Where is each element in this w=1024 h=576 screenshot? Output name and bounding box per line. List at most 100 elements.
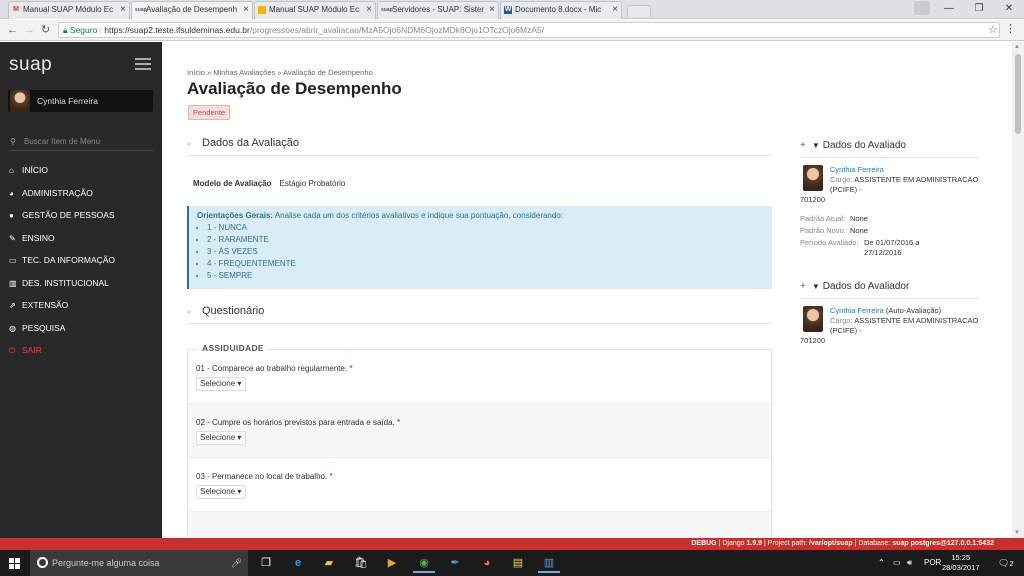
avaliado-cargo: Cargo: ASSISTENTE EM ADMINISTRACAO (PCIF…: [830, 175, 979, 194]
task-view-icon[interactable]: ❐: [255, 553, 277, 573]
collapse-icon[interactable]: -: [187, 138, 191, 150]
edge-icon[interactable]: e: [287, 553, 309, 573]
suap-logo[interactable]: suap: [9, 54, 52, 76]
volume-icon[interactable]: 🔊︎: [907, 550, 912, 576]
sidebar-item-label: TEC. DA INFORMAÇÃO: [22, 255, 116, 265]
url-input[interactable]: 🔒︎ Seguro | https://suap2.teste.ifsuldem…: [58, 22, 1000, 38]
score-select[interactable]: Selecione ▾: [196, 485, 246, 499]
page-title: Avaliação de Desempenho: [187, 79, 402, 98]
suap-icon: suap: [135, 7, 147, 13]
firefox-icon[interactable]: ◕: [476, 553, 498, 573]
browser-tab[interactable]: Manual SUAP Módulo Ec ×: [254, 1, 376, 19]
sidebar-item-inicio[interactable]: ⌂ INÍCIO: [9, 163, 115, 186]
cortana-icon: [37, 557, 48, 568]
file-explorer-icon[interactable]: ▰: [318, 553, 340, 573]
question-row: [188, 512, 771, 538]
close-icon[interactable]: ×: [120, 2, 126, 18]
close-icon[interactable]: ×: [243, 2, 249, 18]
score-select[interactable]: Selecione ▾: [196, 431, 246, 445]
minimize-icon[interactable]: —: [934, 0, 964, 19]
network-icon[interactable]: ▭: [893, 550, 901, 576]
close-icon[interactable]: ×: [612, 2, 618, 18]
pen-tool-icon[interactable]: ✒: [444, 553, 466, 573]
scroll-up-icon[interactable]: ▲: [1014, 44, 1020, 50]
chrome-icon[interactable]: ◉: [413, 553, 435, 573]
browser-tab[interactable]: M Manual SUAP Módulo Ec ×: [8, 1, 130, 19]
reload-icon[interactable]: ↻: [41, 23, 50, 37]
close-icon[interactable]: ×: [489, 2, 495, 18]
sidebar-item-des-institucional[interactable]: ▥ DES. INSTITUCIONAL: [9, 276, 115, 299]
sidebar-item-pesquisa[interactable]: ◍ PESQUISA: [9, 321, 115, 344]
media-icon[interactable]: ▶: [381, 553, 403, 573]
list-item: 4 - FREQUENTEMENTE: [207, 258, 764, 270]
clock[interactable]: 15:25 28/03/2017: [942, 553, 980, 573]
sidebar-item-extensao[interactable]: ⇗ EXTENSÃO: [9, 298, 115, 321]
monitor-icon: ▭: [9, 256, 17, 265]
avaliador-header[interactable]: + ▼ Dados do Avaliador: [800, 281, 978, 292]
scrollbar-thumb[interactable]: [1015, 54, 1021, 134]
debug-bar: DEBUG | Django 1.9.9 | Project path: /va…: [0, 538, 1024, 550]
avaliador-name[interactable]: Cynthia Ferreira (Auto-Avaliação): [830, 306, 941, 316]
browser-tab[interactable]: W Documento 8.docx - Mic ×: [500, 1, 622, 19]
restore-icon[interactable]: ❐: [964, 0, 994, 19]
sidebar-item-tec-informacao[interactable]: ▭ TEC. DA INFORMAÇÃO: [9, 253, 115, 276]
windows-start-icon[interactable]: [9, 558, 20, 569]
sidebar-item-administracao[interactable]: ◕ ADMINISTRAÇÃO: [9, 186, 115, 209]
avatar: [10, 90, 30, 112]
modelo-label: Modelo de Avaliação: [193, 179, 272, 188]
expand-icon[interactable]: +: [800, 281, 806, 292]
score-select[interactable]: Selecione ▾: [196, 377, 246, 391]
expand-icon[interactable]: +: [800, 140, 806, 151]
microphone-icon[interactable]: 🎤︎: [231, 550, 242, 576]
store-icon[interactable]: 🛍︎: [350, 553, 372, 573]
url-path: /progressoes/abrir_avaliacao/MzA5Ojo6NDM…: [249, 25, 545, 35]
user-profile-icon[interactable]: [914, 1, 930, 15]
list-item: 3 - ÀS VEZES: [207, 246, 764, 258]
avatar: [803, 306, 823, 332]
question-row: 02 - Cumpre os horários previstos para e…: [188, 404, 771, 458]
tray-chevron-icon[interactable]: ⌃: [878, 550, 885, 576]
section-title: Dados da Avaliação: [202, 137, 300, 149]
tab-label: Servidores - SUAP: Sister: [392, 5, 484, 14]
main-content: Início » Minhas Avaliações » Avaliação d…: [162, 42, 1012, 538]
sidebar-item-ensino[interactable]: ✎ ENSINO: [9, 231, 115, 254]
status-badge: Pendente: [188, 105, 231, 120]
sidebar-item-sair[interactable]: ⏻ SAIR: [9, 343, 115, 366]
assiduidade-fieldset: ASSIDUIDADE 01 - Comparece ao trabalho r…: [187, 343, 772, 538]
scroll-down-icon[interactable]: ▼: [1014, 530, 1020, 536]
user-box[interactable]: Cynthia Ferreira: [8, 90, 153, 112]
orientacoes-label: Orientações Gerais:: [197, 211, 274, 220]
avaliador-panel: + ▼ Dados do Avaliador Cynthia Ferreira (A…: [800, 281, 978, 346]
breadcrumb[interactable]: Início » Minhas Avaliações » Avaliação d…: [187, 68, 373, 77]
collapse-icon[interactable]: -: [187, 306, 191, 318]
page-scrollbar[interactable]: ▲ ▼: [1012, 42, 1024, 538]
sticky-notes-icon[interactable]: ▤: [507, 553, 529, 573]
notifications-icon[interactable]: 🗨︎2: [998, 550, 1013, 576]
menu-search-input[interactable]: ⚲ Buscar Item de Menu: [10, 136, 153, 151]
close-window-icon[interactable]: ✕: [994, 0, 1024, 19]
language-indicator[interactable]: POR: [924, 550, 941, 576]
sidebar-item-gestao-de-pessoas[interactable]: ● GESTÃO DE PESSOAS: [9, 208, 115, 231]
back-icon[interactable]: ←: [7, 23, 18, 37]
suap-icon: suap: [381, 7, 393, 13]
forward-icon[interactable]: →: [24, 23, 35, 37]
sidebar: suap Cynthia Ferreira ⚲ Buscar Item de Me…: [0, 42, 162, 538]
browser-menu-icon[interactable]: ⋮: [1005, 22, 1016, 35]
section-questionario[interactable]: - Questionário: [187, 304, 772, 324]
section-dados-avaliacao[interactable]: - Dados da Avaliação: [187, 136, 772, 156]
bookmark-star-icon[interactable]: ☆: [988, 23, 998, 36]
avaliado-name[interactable]: Cynthia Ferreira: [830, 165, 884, 175]
url-host: https://suap2.teste.ifsuldeminas.edu.br: [104, 25, 250, 35]
word-icon[interactable]: ▥: [538, 553, 560, 573]
avaliado-header[interactable]: + ▼ Dados do Avaliado: [800, 140, 978, 151]
new-tab-button[interactable]: [627, 5, 651, 17]
close-icon[interactable]: ×: [366, 2, 372, 18]
browser-tab-active[interactable]: suap Avaliação de Desempenh ×: [131, 1, 253, 19]
scale-list: 1 - NUNCA 2 - RARAMENTE 3 - ÀS VEZES 4 -…: [197, 222, 764, 282]
search-icon: ⚲: [10, 137, 16, 146]
cortana-search-input[interactable]: Pergunte-me alguma coisa 🎤︎: [30, 550, 248, 576]
orientacoes-alert: Orientações Gerais: Analise cada um dos …: [187, 206, 772, 289]
sidebar-item-label: GESTÃO DE PESSOAS: [22, 210, 115, 220]
hamburger-menu-icon[interactable]: [135, 58, 151, 73]
browser-tab[interactable]: suap Servidores - SUAP: Sister ×: [377, 1, 499, 19]
